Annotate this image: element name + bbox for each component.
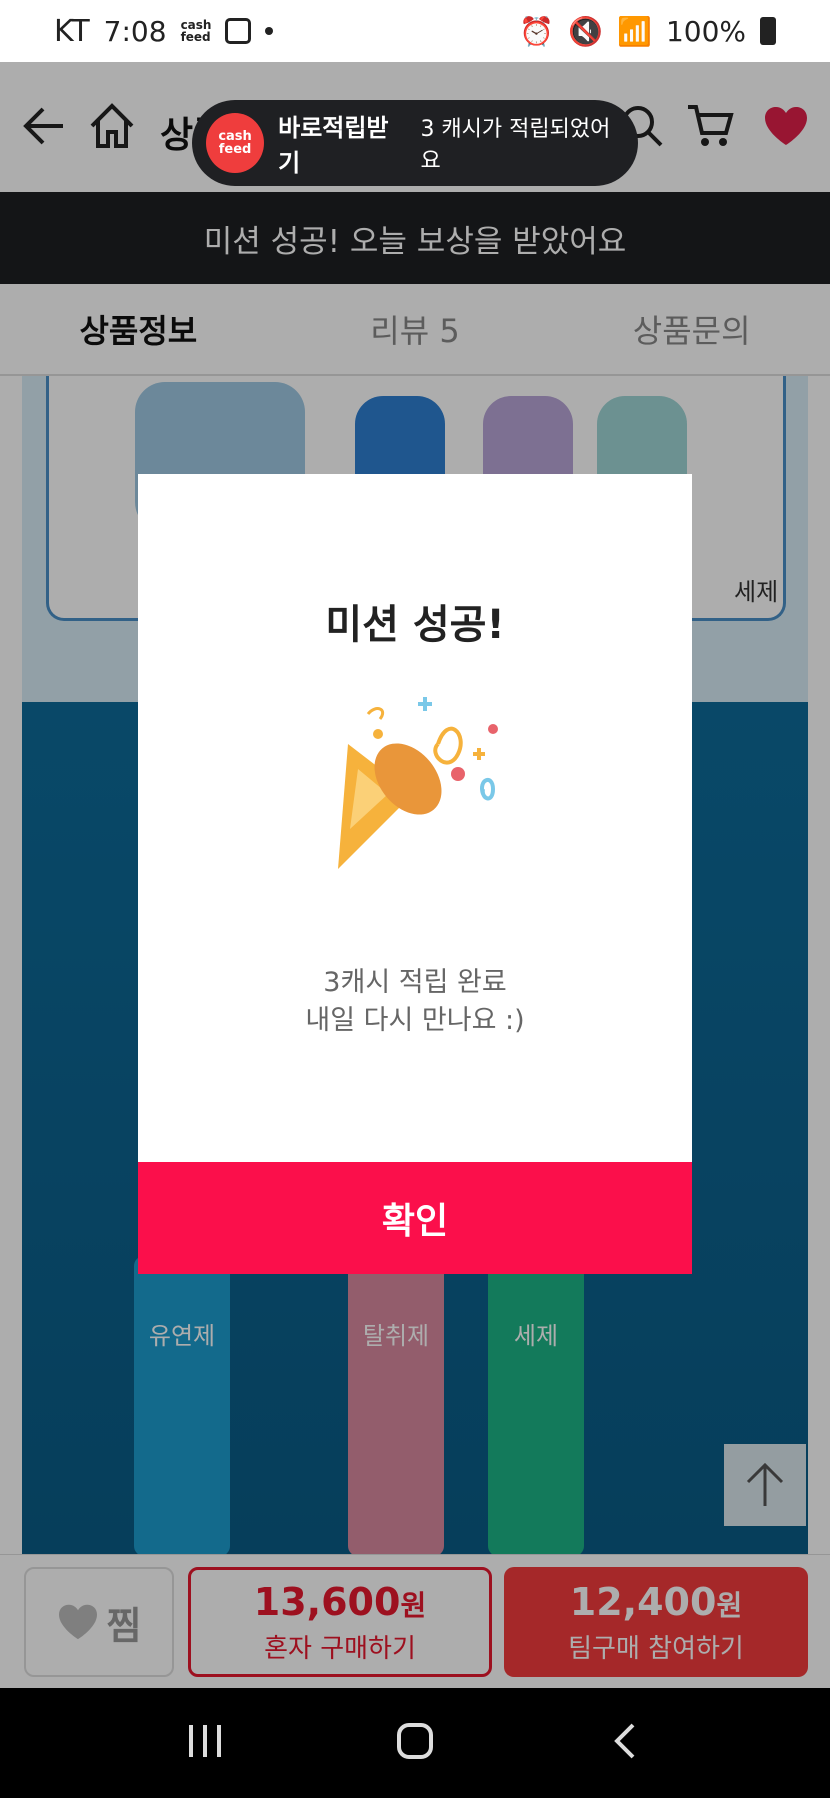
recent-apps-button[interactable]	[185, 1721, 225, 1765]
cashfeed-notification-icon: cash feed	[180, 18, 212, 44]
toast-message: 3 캐시가 적립되었어요	[420, 117, 611, 174]
confirm-button[interactable]: 확인	[138, 1162, 692, 1274]
cashfeed-logo: cash feed	[206, 113, 265, 173]
mute-icon: 🔇	[568, 14, 604, 48]
message-line: 내일 다시 만나요 :)	[305, 1005, 525, 1036]
home-nav-button[interactable]	[395, 1721, 435, 1765]
logo-line: feed	[218, 142, 252, 157]
notification-dot-icon	[264, 27, 273, 35]
battery-label: 100%	[665, 14, 746, 48]
toast-title: 바로적립받기	[278, 114, 389, 177]
battery-icon	[760, 17, 776, 45]
wifi-icon: 📶	[617, 14, 652, 48]
clock: 7:08	[103, 14, 167, 48]
dialog-message: 3캐시 적립 완료 내일 다시 만나요 :)	[138, 964, 692, 1040]
home-circle-icon	[397, 1723, 433, 1759]
dialog-title: 미션 성공!	[325, 602, 505, 648]
alarm-icon: ⏰	[519, 14, 555, 48]
gallery-icon	[224, 18, 251, 44]
mission-success-dialog: 미션 성공! 3캐시 적립 완료 내일 다시 만나요 :) 확인	[138, 474, 692, 1274]
message-line: 3캐시 적립 완료	[323, 967, 507, 998]
back-nav-button[interactable]	[605, 1721, 645, 1765]
back-chevron-icon	[614, 1723, 635, 1759]
reward-toast: cash feed 바로적립받기 3 캐시가 적립되었어요	[192, 100, 638, 186]
carrier-label: KT	[54, 13, 90, 49]
system-nav-bar	[0, 1688, 830, 1798]
status-bar: KT 7:08 cash feed ⏰ 🔇 📶 100%	[0, 0, 830, 62]
party-popper-icon	[338, 697, 498, 869]
recent-apps-icon	[189, 1725, 221, 1757]
